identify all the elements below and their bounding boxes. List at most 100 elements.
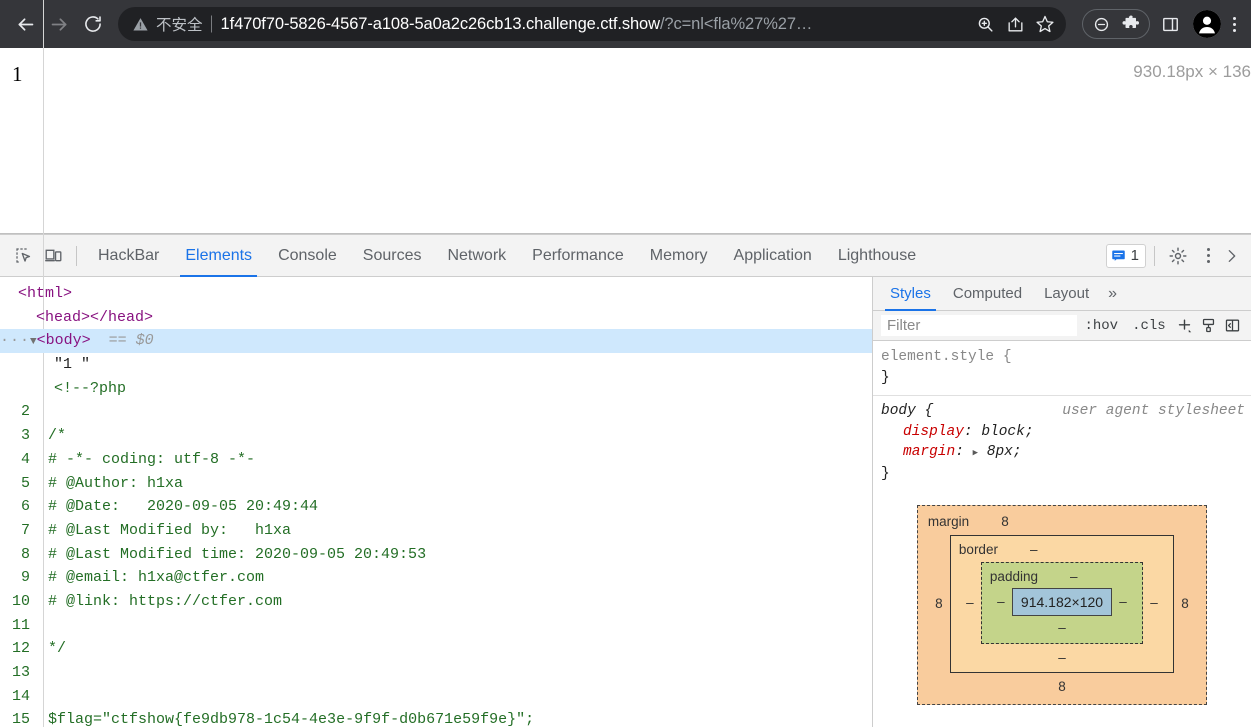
tab-styles[interactable]: Styles xyxy=(879,277,942,311)
tab-memory[interactable]: Memory xyxy=(637,235,721,277)
styles-overflow-icon[interactable]: » xyxy=(1100,285,1125,303)
computed-styles-sidebar-icon[interactable] xyxy=(1197,314,1221,338)
margin-bottom-value[interactable]: 8 xyxy=(928,675,1196,698)
dom-code-row: 9 # @email: h1xa@ctfer.com xyxy=(20,569,265,587)
css-rules-area: element.style { } user agent stylesheet … xyxy=(873,341,1251,727)
box-model-border[interactable]: border – – padding – – 914.182×120 – – –… xyxy=(949,534,1175,673)
close-devtools-icon[interactable] xyxy=(1217,241,1247,271)
devtools-panel: HackBar Elements Console Sources Network… xyxy=(0,0,1251,727)
page-body-text: 1 xyxy=(12,62,23,86)
kebab-menu-icon[interactable] xyxy=(1199,243,1217,269)
box-model-margin[interactable]: margin 8 8 border – – padding – – 914.18… xyxy=(916,505,1208,705)
rule-selector[interactable]: element.style { xyxy=(881,349,1012,365)
star-icon[interactable] xyxy=(1030,9,1060,39)
tab-application[interactable]: Application xyxy=(721,235,825,277)
border-top-value[interactable]: – xyxy=(1030,540,1038,561)
dom-row[interactable]: "1 " xyxy=(0,353,872,377)
gear-icon[interactable] xyxy=(1163,241,1193,271)
dom-row-body-selected[interactable]: ···▼<body> == $0 xyxy=(0,329,872,354)
rule-close-brace: } xyxy=(881,369,890,386)
avatar[interactable] xyxy=(1193,10,1221,38)
border-bottom-value[interactable]: – xyxy=(959,646,1165,669)
declaration-value[interactable]: block; xyxy=(981,424,1033,440)
back-button[interactable] xyxy=(8,7,42,41)
reload-button[interactable] xyxy=(76,7,110,41)
declaration-value[interactable]: 8px; xyxy=(987,444,1022,460)
margin-left-value[interactable]: 8 xyxy=(928,594,950,615)
css-declaration[interactable]: margin: ▶ 8px; xyxy=(881,442,1251,464)
minus-circle-icon[interactable] xyxy=(1086,9,1116,39)
address-bar[interactable]: 不安全 1f470f70-5826-4567-a108-5a0a2c26cb13… xyxy=(118,7,1066,41)
box-model-padding[interactable]: padding – – 914.182×120 – – xyxy=(980,562,1144,644)
dom-code-row: 4 # -*- coding: utf-8 -*- xyxy=(20,450,256,468)
url-text[interactable]: 1f470f70-5826-4567-a108-5a0a2c26cb13.cha… xyxy=(221,15,970,34)
styles-filter-bar: :hov .cls xyxy=(873,311,1251,341)
message-count: 1 xyxy=(1130,247,1139,264)
warning-triangle-icon xyxy=(133,17,148,31)
padding-top-value[interactable]: – xyxy=(1070,567,1078,588)
dom-code-row: 14 xyxy=(11,687,30,705)
dom-code-row: 12 */ xyxy=(11,640,67,658)
puzzle-piece-icon[interactable] xyxy=(1116,9,1146,39)
dom-code-row: 13 xyxy=(11,664,30,681)
devtools-tabbar-actions: 1 xyxy=(1105,241,1251,271)
styles-tabbar: Styles Computed Layout » xyxy=(873,277,1251,311)
tab-lighthouse[interactable]: Lighthouse xyxy=(825,235,929,277)
cls-toggle[interactable]: .cls xyxy=(1125,318,1173,334)
new-style-rule-icon[interactable] xyxy=(1173,314,1197,338)
css-rule-body[interactable]: user agent stylesheet body { display: bl… xyxy=(873,395,1251,487)
hov-toggle[interactable]: :hov xyxy=(1077,318,1125,334)
tab-sources[interactable]: Sources xyxy=(350,235,435,277)
browser-toolbar: 不安全 1f470f70-5826-4567-a108-5a0a2c26cb13… xyxy=(0,0,1251,48)
declaration-property[interactable]: margin xyxy=(881,444,955,460)
box-model-content-size[interactable]: 914.182×120 xyxy=(1011,587,1113,616)
dom-row[interactable]: <html> xyxy=(0,282,872,306)
dom-code-row-flag: 15 $flag="ctfshow{fe9db978-1c54-4e3e-9f9… xyxy=(11,711,535,727)
dom-code-row: 2 xyxy=(20,403,30,421)
tab-layout[interactable]: Layout xyxy=(1033,277,1100,311)
dom-code-row: 6 # @Date: 2020-09-05 20:49:44 xyxy=(20,498,319,516)
dom-row[interactable]: <head></head> xyxy=(0,306,872,330)
forward-button[interactable] xyxy=(42,7,76,41)
actions-divider xyxy=(1154,245,1155,266)
dom-code-row: 5 # @Author: h1xa xyxy=(20,474,184,492)
dom-code-row: 11 xyxy=(11,616,30,634)
rule-selector[interactable]: body { xyxy=(881,403,933,419)
border-left-value[interactable]: – xyxy=(959,593,981,614)
tab-performance[interactable]: Performance xyxy=(519,235,637,277)
inspect-element-icon[interactable] xyxy=(8,241,38,271)
declaration-property[interactable]: display xyxy=(881,424,964,440)
share-icon[interactable] xyxy=(1000,9,1030,39)
padding-left-value[interactable]: – xyxy=(990,592,1012,613)
url-query: /?c=nl<fla%27%27… xyxy=(659,14,813,33)
tab-console[interactable]: Console xyxy=(265,235,350,277)
border-right-value[interactable]: – xyxy=(1143,593,1165,614)
tab-hackbar[interactable]: HackBar xyxy=(85,235,172,277)
tab-elements[interactable]: Elements xyxy=(172,235,265,277)
margin-top-value[interactable]: 8 xyxy=(1001,512,1009,533)
css-declaration[interactable]: display: block; xyxy=(881,422,1251,443)
dom-tree[interactable]: <html> <head></head> ···▼<body> == $0 "1… xyxy=(0,0,872,727)
search-icon[interactable] xyxy=(970,9,1000,39)
tab-computed[interactable]: Computed xyxy=(942,277,1033,311)
tab-network[interactable]: Network xyxy=(434,235,519,277)
devtools-tabbar: HackBar Elements Console Sources Network… xyxy=(0,235,1251,277)
chrome-menu-icon[interactable] xyxy=(1225,9,1243,39)
dom-row[interactable]: <!--?php xyxy=(0,377,872,401)
dom-code-row: 3 /* xyxy=(20,427,67,445)
security-chip[interactable]: 不安全 xyxy=(132,13,212,35)
extensions-pill xyxy=(1082,9,1150,39)
toggle-sidebar-icon[interactable] xyxy=(1221,314,1245,338)
rule-origin: user agent stylesheet xyxy=(1062,403,1245,419)
css-rule-element-style[interactable]: element.style { } xyxy=(873,345,1251,391)
padding-right-value[interactable]: – xyxy=(1112,592,1134,613)
margin-right-value[interactable]: 8 xyxy=(1174,594,1196,615)
console-message-badge[interactable]: 1 xyxy=(1105,243,1146,268)
flag-text: $flag="ctfshow{fe9db978-1c54-4e3e-9f9f-d… xyxy=(48,711,535,727)
toolbar-divider xyxy=(76,245,77,266)
padding-label: padding xyxy=(989,569,1038,584)
filter-input[interactable] xyxy=(881,315,1078,336)
padding-bottom-value[interactable]: – xyxy=(990,616,1134,639)
styles-pane: Styles Computed Layout » :hov .cls xyxy=(872,277,1251,727)
sidepanel-icon[interactable] xyxy=(1155,9,1185,39)
